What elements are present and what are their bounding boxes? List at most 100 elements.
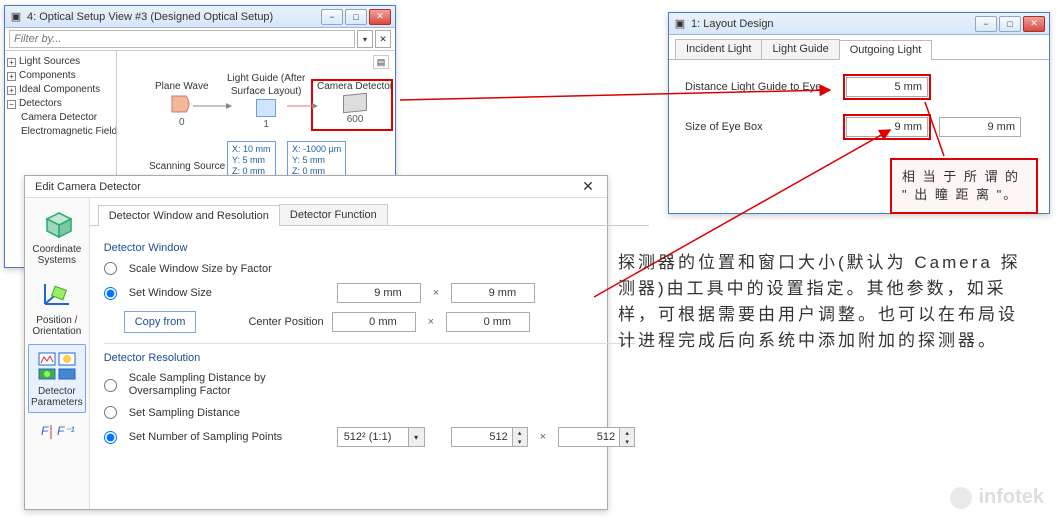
clear-icon[interactable]: ✕ bbox=[375, 30, 391, 48]
spin-up-icon[interactable]: ▴ bbox=[513, 428, 527, 437]
side-detector-parameters[interactable]: Detector Parameters bbox=[28, 344, 86, 413]
expand-icon[interactable]: + bbox=[7, 86, 16, 95]
opt-scale-sampling: Scale Sampling Distance by Oversampling … bbox=[104, 372, 635, 398]
opt-set-number: Set Number of Sampling Points 512² (1:1)… bbox=[104, 427, 635, 447]
sampling-y-spinner[interactable]: 512 ▴▾ bbox=[558, 427, 635, 447]
eyebox-height-input[interactable]: 9 mm bbox=[939, 117, 1021, 137]
times-icon: × bbox=[540, 431, 546, 443]
distance-label: Distance Light Guide to Eye bbox=[685, 81, 835, 93]
separator bbox=[104, 343, 635, 344]
edit-titlebar[interactable]: Edit Camera Detector ✕ bbox=[25, 176, 607, 198]
close-icon[interactable]: ✕ bbox=[573, 178, 603, 195]
times-icon: × bbox=[433, 287, 439, 299]
block-plane-wave[interactable]: Plane Wave 0 bbox=[155, 81, 209, 128]
sampling-x-spinner[interactable]: 512 ▴▾ bbox=[451, 427, 528, 447]
tree-light-sources[interactable]: +Light Sources bbox=[7, 55, 114, 69]
optical-titlebar[interactable]: ▣ 4: Optical Setup View #3 (Designed Opt… bbox=[5, 6, 395, 28]
minimize-button[interactable]: − bbox=[321, 9, 343, 25]
layout-tabstrip: Incident Light Light Guide Outgoing Ligh… bbox=[669, 35, 1049, 60]
distance-input[interactable]: 5 mm bbox=[846, 77, 928, 97]
group-detector-window: Detector Window bbox=[104, 242, 635, 254]
edit-tabstrip: Detector Window and Resolution Detector … bbox=[90, 198, 649, 226]
optical-title: 4: Optical Setup View #3 (Designed Optic… bbox=[27, 11, 321, 23]
group-detector-resolution: Detector Resolution bbox=[104, 352, 635, 364]
center-y-input[interactable]: 0 mm bbox=[446, 312, 530, 332]
dropdown-icon[interactable]: ▾ bbox=[357, 30, 373, 48]
radio-scale-sampling[interactable] bbox=[104, 379, 117, 392]
maximize-button[interactable]: □ bbox=[999, 16, 1021, 32]
collapse-icon[interactable]: − bbox=[7, 100, 16, 109]
svg-text:F⁻¹: F⁻¹ bbox=[57, 424, 75, 438]
tree-ideal-components[interactable]: +Ideal Components bbox=[7, 83, 114, 97]
edit-camera-detector-window: Edit Camera Detector ✕ Coordinate System… bbox=[24, 175, 608, 510]
tab-light-guide[interactable]: Light Guide bbox=[761, 39, 839, 59]
spin-down-icon[interactable]: ▾ bbox=[620, 437, 634, 446]
ft-icon: FF⁻¹ bbox=[37, 420, 77, 441]
row-eyebox: Size of Eye Box 9 mm 9 mm bbox=[685, 114, 1033, 140]
tree-detectors[interactable]: −Detectors bbox=[7, 97, 114, 111]
layout-titlebar[interactable]: ▣ 1: Layout Design − □ ✕ bbox=[669, 13, 1049, 35]
window-icon: ▣ bbox=[673, 17, 687, 31]
chevron-down-icon[interactable]: ▾ bbox=[408, 428, 424, 446]
tree-camera-detector[interactable]: Camera Detector bbox=[7, 111, 114, 125]
sampling-combo[interactable]: 512² (1:1) ▾ bbox=[337, 427, 425, 447]
opt-set-sampling: Set Sampling Distance bbox=[104, 406, 635, 419]
expand-icon[interactable]: + bbox=[7, 72, 16, 81]
tab-detector-function[interactable]: Detector Function bbox=[279, 204, 388, 225]
maximize-button[interactable]: □ bbox=[345, 9, 367, 25]
description-text: 探测器的位置和窗口大小(默认为 Camera 探测器)由工具中的设置指定。其他参… bbox=[618, 250, 1034, 354]
spin-up-icon[interactable]: ▴ bbox=[620, 428, 634, 437]
layout-form: Distance Light Guide to Eye 5 mm Size of… bbox=[669, 60, 1049, 168]
side-coordinate-systems[interactable]: Coordinate Systems bbox=[28, 202, 86, 271]
window-width-input[interactable]: 9 mm bbox=[337, 283, 421, 303]
times-icon: × bbox=[428, 316, 434, 328]
callout-eye-relief: 相 当 于 所 谓 的 " 出 瞳 距 离 "。 bbox=[890, 158, 1038, 214]
center-x-input[interactable]: 0 mm bbox=[332, 312, 416, 332]
axes-icon bbox=[37, 278, 77, 312]
watermark: infotek bbox=[950, 486, 1044, 509]
opt-scale-factor: Scale Window Size by Factor bbox=[104, 262, 635, 275]
edit-main: Detector Window and Resolution Detector … bbox=[90, 198, 649, 509]
tab-window-resolution[interactable]: Detector Window and Resolution bbox=[98, 205, 280, 226]
filter-input[interactable] bbox=[9, 30, 355, 48]
row-copy-center: Copy from Center Position 0 mm × 0 mm bbox=[104, 311, 635, 333]
minimize-button[interactable]: − bbox=[975, 16, 997, 32]
radio-set-sampling[interactable] bbox=[104, 406, 117, 419]
edit-sidebar: Coordinate Systems Position / Orientatio… bbox=[25, 198, 90, 509]
close-button[interactable]: ✕ bbox=[369, 9, 391, 25]
edit-panel: Detector Window Scale Window Size by Fac… bbox=[90, 226, 649, 465]
distance-highlight: 5 mm bbox=[843, 74, 931, 100]
tree-em-field[interactable]: Electromagnetic Field D bbox=[7, 125, 114, 139]
eyebox-highlight: 9 mm bbox=[843, 114, 931, 140]
source-shape-icon bbox=[170, 94, 194, 114]
window-height-input[interactable]: 9 mm bbox=[451, 283, 535, 303]
copy-from-button[interactable]: Copy from bbox=[124, 311, 197, 333]
radio-set-number[interactable] bbox=[104, 431, 117, 444]
chart-grid-icon bbox=[37, 349, 77, 383]
tab-outgoing-light[interactable]: Outgoing Light bbox=[839, 40, 933, 60]
rect-shape-icon bbox=[256, 99, 276, 117]
side-item-next[interactable]: FF⁻¹ bbox=[28, 415, 86, 441]
row-distance: Distance Light Guide to Eye 5 mm bbox=[685, 74, 1033, 100]
watermark-icon bbox=[950, 487, 972, 509]
block-light-guide[interactable]: Light Guide (After Surface Layout) 1 bbox=[227, 73, 305, 130]
radio-set-window[interactable] bbox=[104, 287, 117, 300]
layout-title: 1: Layout Design bbox=[691, 18, 975, 30]
radio-scale-factor[interactable] bbox=[104, 262, 117, 275]
tab-incident-light[interactable]: Incident Light bbox=[675, 39, 762, 59]
eyebox-label: Size of Eye Box bbox=[685, 121, 835, 133]
window-icon: ▣ bbox=[9, 10, 23, 24]
cube-icon bbox=[37, 207, 77, 241]
edit-title: Edit Camera Detector bbox=[29, 181, 573, 193]
spin-down-icon[interactable]: ▾ bbox=[513, 437, 527, 446]
side-position-orientation[interactable]: Position / Orientation bbox=[28, 273, 86, 342]
center-position-label: Center Position bbox=[248, 316, 323, 328]
tree-components[interactable]: +Components bbox=[7, 69, 114, 83]
filter-bar: ▾ ✕ bbox=[5, 28, 395, 51]
expand-icon[interactable]: + bbox=[7, 58, 16, 67]
tools-icon[interactable]: ▤ bbox=[373, 55, 389, 69]
block-camera-detector[interactable]: Camera Detector 600 bbox=[317, 81, 393, 125]
close-button[interactable]: ✕ bbox=[1023, 16, 1045, 32]
eyebox-width-input[interactable]: 9 mm bbox=[846, 117, 928, 137]
camera-shape-icon bbox=[343, 93, 367, 114]
